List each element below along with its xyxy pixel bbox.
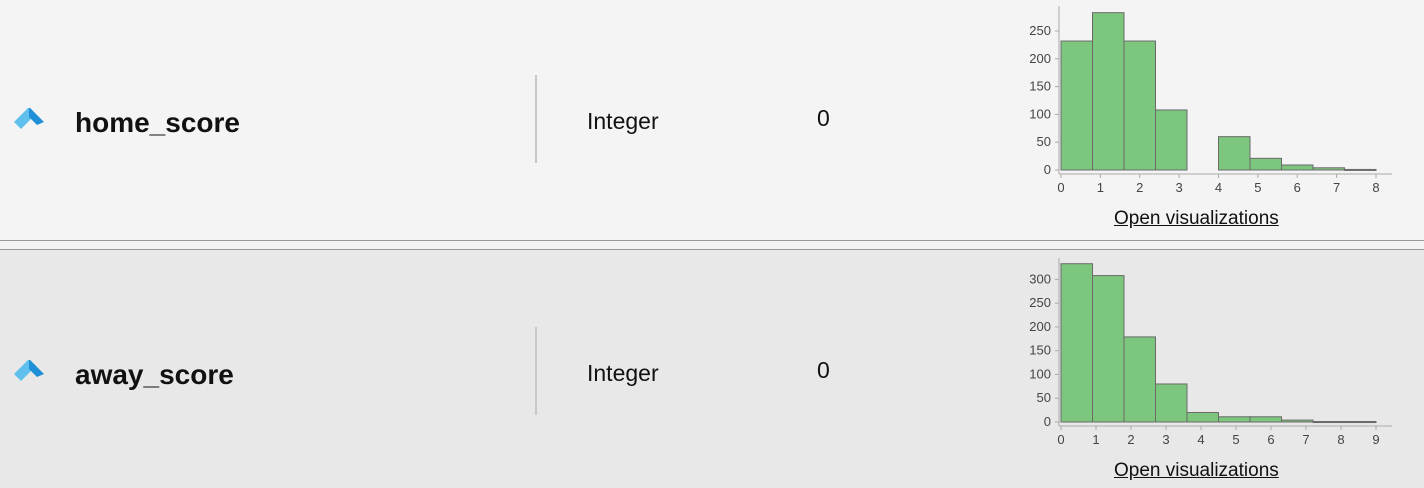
histogram-bar: [1155, 109, 1188, 171]
attribute-name: away_score: [75, 359, 234, 390]
histogram-bar: [1218, 136, 1251, 171]
histogram-bar: [1123, 336, 1156, 423]
open-visualizations-link[interactable]: Open visualizations: [1114, 208, 1279, 230]
histogram-bar: [1312, 421, 1345, 424]
histogram-chart: 0 50 100 150 200 250 300 0 1 2 3 4 5 6 7 8 9: [1029, 258, 1392, 447]
x-tick-label: 0: [1057, 180, 1064, 195]
x-tick-label: 4: [1215, 180, 1222, 195]
attribute-name: home_score: [75, 107, 240, 138]
y-tick-label: 250: [1029, 295, 1051, 310]
row-divider: [0, 240, 1424, 250]
x-tick-label: 2: [1136, 180, 1143, 195]
histogram-bar: [1344, 168, 1377, 171]
x-tick-label: 7: [1333, 180, 1340, 195]
histogram-bar: [1218, 416, 1251, 423]
attribute-missing-count: 0: [817, 357, 830, 383]
histogram-bar: [1060, 263, 1093, 423]
histogram-bar: [1092, 12, 1125, 171]
y-tick-label: 50: [1037, 134, 1051, 149]
y-tick-label: 150: [1029, 343, 1051, 358]
y-tick-label: 200: [1029, 51, 1051, 66]
y-tick-label: 200: [1029, 319, 1051, 334]
histogram-bar: [1123, 40, 1156, 171]
y-tick-label: 250: [1029, 23, 1051, 38]
x-tick-label: 8: [1337, 432, 1344, 447]
x-tick-label: 6: [1267, 432, 1274, 447]
x-tick-label: 2: [1127, 432, 1134, 447]
histogram-bar: [1249, 416, 1282, 423]
x-tick-label: 8: [1372, 180, 1379, 195]
x-tick-label: 9: [1372, 432, 1379, 447]
x-tick-label: 7: [1302, 432, 1309, 447]
chevron-up-icon[interactable]: [12, 108, 46, 130]
x-tick-label: 1: [1092, 432, 1099, 447]
attribute-row: home_score Integer 0 0 50 100 150 200 250 0 1 2 3…: [0, 0, 1424, 240]
attribute-missing-count: 0: [817, 105, 830, 131]
histogram-bar: [1344, 421, 1377, 424]
attribute-type: Integer: [587, 108, 659, 134]
histogram-bar: [1312, 167, 1345, 171]
y-tick-label: 150: [1029, 79, 1051, 94]
histogram-bar: [1281, 419, 1314, 423]
histogram-bar: [1281, 164, 1314, 171]
x-tick-label: 3: [1162, 432, 1169, 447]
x-tick-label: 3: [1176, 180, 1183, 195]
x-tick-label: 6: [1294, 180, 1301, 195]
histogram-bar: [1249, 157, 1282, 171]
y-tick-label: 0: [1044, 414, 1051, 429]
column-divider: [535, 75, 537, 163]
histogram-bar: [1092, 275, 1125, 423]
x-tick-label: 1: [1097, 180, 1104, 195]
y-tick-label: 300: [1029, 271, 1051, 286]
attribute-type: Integer: [587, 360, 659, 386]
x-tick-label: 0: [1057, 432, 1064, 447]
x-tick-label: 4: [1197, 432, 1204, 447]
histogram-bar: [1060, 40, 1093, 171]
histogram-bar: [1186, 411, 1219, 423]
open-visualizations-link[interactable]: Open visualizations: [1114, 460, 1279, 482]
x-tick-label: 5: [1254, 180, 1261, 195]
attribute-row: away_score Integer 0 0 50 100 150 200 250 300 0…: [0, 250, 1424, 488]
y-tick-label: 100: [1029, 366, 1051, 381]
histogram-bar: [1155, 383, 1188, 423]
y-tick-label: 0: [1044, 162, 1051, 177]
y-tick-label: 100: [1029, 106, 1051, 121]
y-tick-label: 50: [1037, 390, 1051, 405]
x-tick-label: 5: [1232, 432, 1239, 447]
column-divider: [535, 327, 537, 415]
chevron-up-icon[interactable]: [12, 360, 46, 382]
histogram-chart: 0 50 100 150 200 250 0 1 2 3 4 5 6 7 8: [1029, 6, 1392, 195]
